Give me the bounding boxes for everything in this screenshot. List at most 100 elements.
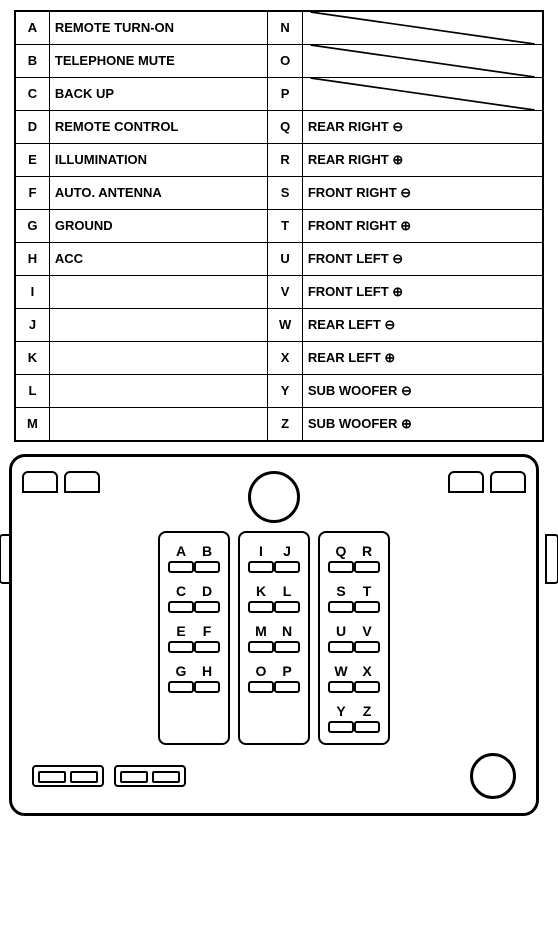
- pin-H: H: [194, 663, 220, 693]
- tab-left-1: [22, 471, 58, 493]
- row-letter-right-10: X: [268, 342, 302, 375]
- pin-socket-K: [248, 601, 274, 613]
- row-letter-left-6: G: [15, 210, 49, 243]
- pin-C: C: [168, 583, 194, 613]
- pin-P: P: [274, 663, 300, 693]
- pin-socket-E: [168, 641, 194, 653]
- row-letter-left-5: F: [15, 177, 49, 210]
- row-label-left-0: REMOTE TURN-ON: [49, 11, 268, 45]
- pin-socket-G: [168, 681, 194, 693]
- row-label-left-12: [49, 408, 268, 442]
- pin-Y: Y: [328, 703, 354, 733]
- pin-socket-H: [194, 681, 220, 693]
- conn-row-mid-3: OP: [248, 663, 300, 693]
- row-letter-left-11: L: [15, 375, 49, 408]
- pin-socket-T: [354, 601, 380, 613]
- pin-U: U: [328, 623, 354, 653]
- pin-Q: Q: [328, 543, 354, 573]
- row-label-left-11: [49, 375, 268, 408]
- pin-socket-I: [248, 561, 274, 573]
- bottom-slot-inner2-left: [120, 771, 148, 783]
- circle-top: [248, 471, 300, 523]
- pin-V: V: [354, 623, 380, 653]
- pin-socket-Z: [354, 721, 380, 733]
- pin-label-A: A: [176, 543, 186, 559]
- wiring-table: AREMOTE TURN-ONNBTELEPHONE MUTEOCBACK UP…: [14, 10, 544, 442]
- pin-label-D: D: [202, 583, 212, 599]
- pin-label-L: L: [283, 583, 292, 599]
- ear-right: [545, 534, 558, 584]
- row-label-left-9: [49, 309, 268, 342]
- pin-R: R: [354, 543, 380, 573]
- pin-K: K: [248, 583, 274, 613]
- pin-label-O: O: [256, 663, 267, 679]
- conn-row-left-1: CD: [168, 583, 220, 613]
- row-label-right-10: REAR LEFT ⊕: [302, 342, 543, 375]
- pin-socket-U: [328, 641, 354, 653]
- row-letter-right-9: W: [268, 309, 302, 342]
- row-label-right-7: FRONT LEFT ⊖: [302, 243, 543, 276]
- pin-socket-Y: [328, 721, 354, 733]
- pin-N: N: [274, 623, 300, 653]
- pin-X: X: [354, 663, 380, 693]
- top-tabs-left: [22, 471, 100, 493]
- pin-label-Y: Y: [336, 703, 345, 719]
- pin-A: A: [168, 543, 194, 573]
- pin-socket-C: [168, 601, 194, 613]
- bottom-slot-inner-left: [38, 771, 66, 783]
- row-label-left-2: BACK UP: [49, 78, 268, 111]
- pin-socket-A: [168, 561, 194, 573]
- pin-label-P: P: [282, 663, 291, 679]
- connector-diagram: ABCDEFGHIJKLMNOPQRSTUVWXYZ: [9, 454, 549, 816]
- pin-label-G: G: [176, 663, 187, 679]
- connector-top: [22, 471, 526, 523]
- row-letter-right-8: V: [268, 276, 302, 309]
- pin-label-V: V: [362, 623, 371, 639]
- row-letter-left-12: M: [15, 408, 49, 442]
- pin-socket-M: [248, 641, 274, 653]
- row-label-right-12: SUB WOOFER ⊕: [302, 408, 543, 442]
- pin-label-R: R: [362, 543, 372, 559]
- row-letter-left-3: D: [15, 111, 49, 144]
- row-label-left-1: TELEPHONE MUTE: [49, 45, 268, 78]
- pin-socket-D: [194, 601, 220, 613]
- bottom-slots: [32, 765, 186, 787]
- pin-Z: Z: [354, 703, 380, 733]
- row-label-left-4: ILLUMINATION: [49, 144, 268, 177]
- row-label-right-0: [302, 11, 543, 45]
- row-letter-right-6: T: [268, 210, 302, 243]
- pin-E: E: [168, 623, 194, 653]
- row-label-right-4: REAR RIGHT ⊕: [302, 144, 543, 177]
- pin-socket-L: [274, 601, 300, 613]
- row-label-left-10: [49, 342, 268, 375]
- row-letter-right-1: O: [268, 45, 302, 78]
- row-label-right-6: FRONT RIGHT ⊕: [302, 210, 543, 243]
- pin-socket-N: [274, 641, 300, 653]
- row-letter-left-4: E: [15, 144, 49, 177]
- row-label-left-7: ACC: [49, 243, 268, 276]
- pin-socket-W: [328, 681, 354, 693]
- row-label-right-3: REAR RIGHT ⊖: [302, 111, 543, 144]
- pin-label-Z: Z: [363, 703, 372, 719]
- pin-socket-R: [354, 561, 380, 573]
- pin-label-H: H: [202, 663, 212, 679]
- row-letter-left-10: K: [15, 342, 49, 375]
- bottom-slot-inner2-right: [152, 771, 180, 783]
- tab-left-2: [64, 471, 100, 493]
- conn-row-mid-2: MN: [248, 623, 300, 653]
- pin-label-T: T: [363, 583, 372, 599]
- row-letter-right-11: Y: [268, 375, 302, 408]
- connector-body: ABCDEFGHIJKLMNOPQRSTUVWXYZ: [22, 531, 526, 745]
- conn-block-mid: IJKLMNOP: [238, 531, 310, 745]
- pin-I: I: [248, 543, 274, 573]
- pin-S: S: [328, 583, 354, 613]
- connector-bottom: [22, 753, 526, 799]
- row-label-left-8: [49, 276, 268, 309]
- row-label-left-5: AUTO. ANTENNA: [49, 177, 268, 210]
- pin-label-B: B: [202, 543, 212, 559]
- pin-L: L: [274, 583, 300, 613]
- conn-row-right-3: WX: [328, 663, 380, 693]
- row-label-right-11: SUB WOOFER ⊖: [302, 375, 543, 408]
- conn-block-right: QR ST UV WX Y Z: [318, 531, 390, 745]
- pin-label-Q: Q: [336, 543, 347, 559]
